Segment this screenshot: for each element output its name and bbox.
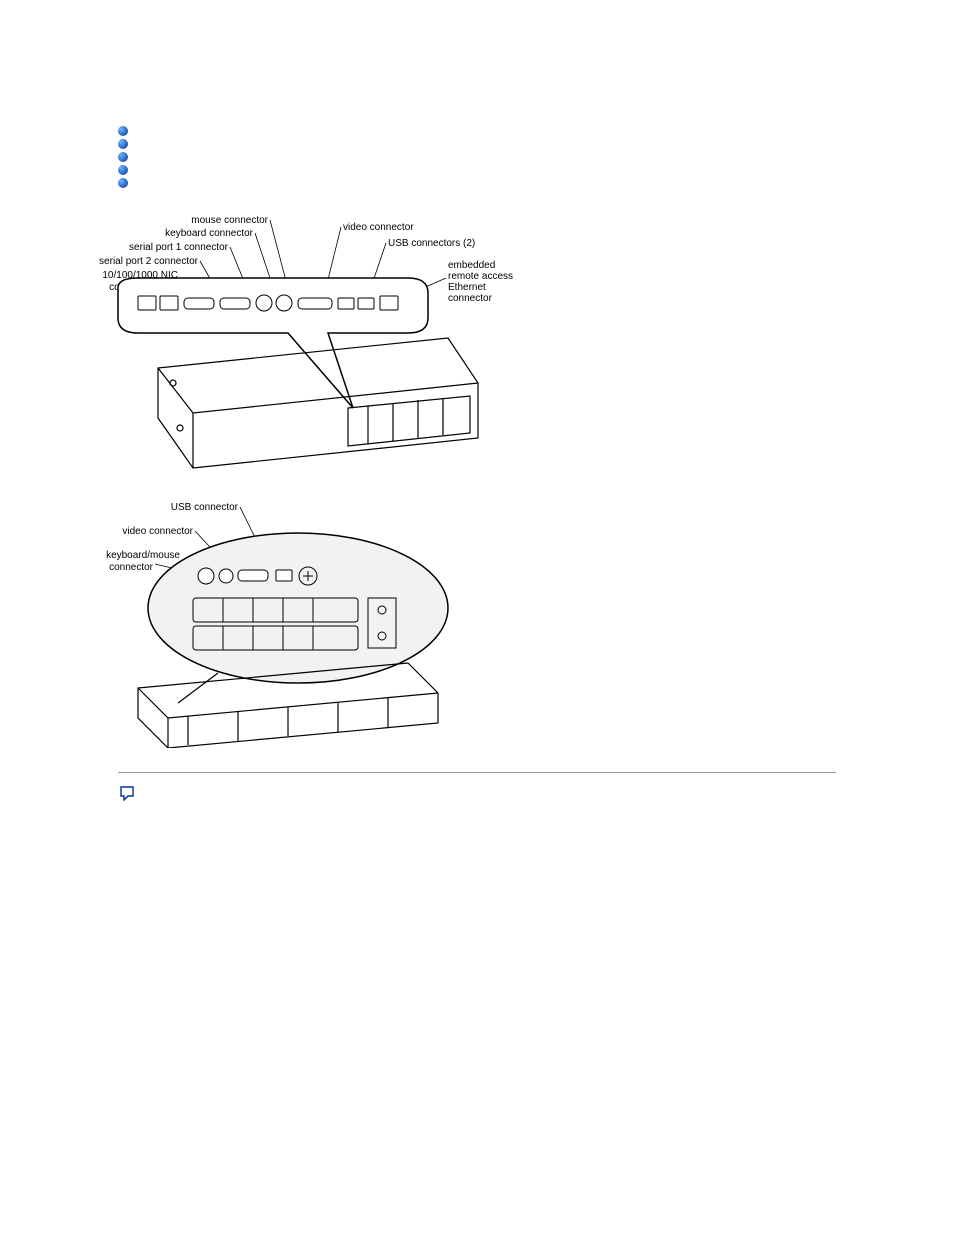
svg-text:serial port 1 connector: serial port 1 connector — [129, 242, 229, 253]
note-block — [118, 785, 836, 804]
bullet-icon — [118, 126, 128, 136]
svg-text:embedded remote access: embedded remote access Ethernet connecto… — [448, 260, 516, 304]
bullet-icon — [118, 178, 128, 188]
bullet-icon — [118, 152, 128, 162]
svg-text:mouse connector: mouse connector — [191, 215, 268, 226]
figure-b2-illustration: USB connector video connector keyboard/m… — [98, 498, 538, 748]
svg-text:video connector: video connector — [343, 222, 414, 233]
section-divider — [118, 772, 836, 773]
svg-text:serial port 2 connector: serial port 2 connector — [99, 256, 199, 267]
svg-text:keyboard connector: keyboard connector — [165, 228, 254, 239]
figure-b1-illustration: mouse connector keyboard connector seria… — [98, 208, 538, 478]
table-of-contents — [118, 126, 836, 188]
svg-text:connector: connector — [109, 562, 154, 573]
bullet-icon — [118, 165, 128, 175]
bullet-icon — [118, 139, 128, 149]
svg-text:USB connector: USB connector — [171, 502, 239, 513]
svg-text:video connector: video connector — [122, 526, 193, 537]
svg-text:USB connectors (2): USB connectors (2) — [388, 238, 475, 249]
svg-text:keyboard/mouse: keyboard/mouse — [106, 550, 180, 561]
note-icon — [118, 785, 136, 804]
